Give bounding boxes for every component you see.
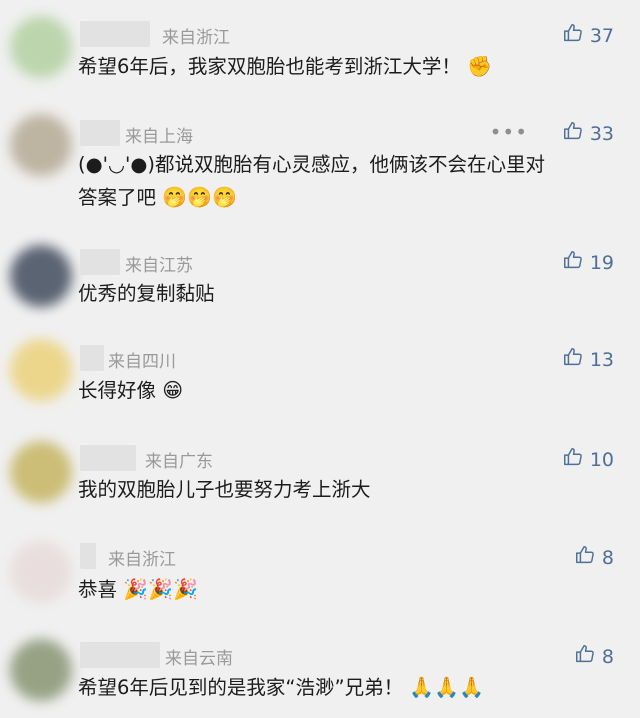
more-options-icon[interactable]: •••	[490, 120, 528, 144]
comment-item: 来自浙江 8 恭喜 🎉🎉🎉	[0, 525, 640, 625]
comment-region: 来自四川	[108, 352, 176, 372]
username-blurred[interactable]	[80, 21, 150, 47]
username-blurred[interactable]	[80, 642, 160, 668]
username-blurred[interactable]	[80, 445, 136, 471]
avatar[interactable]	[10, 441, 72, 503]
comment-text: 我的双胞胎儿子也要努力考上浙大	[78, 473, 618, 506]
comment-text: 长得好像 😁	[78, 374, 618, 407]
avatar[interactable]	[10, 16, 72, 78]
avatar[interactable]	[10, 639, 72, 701]
thumbs-up-icon	[562, 249, 584, 276]
comment-region: 来自浙江	[108, 550, 176, 570]
emoji: ✊	[467, 54, 493, 78]
like-button[interactable]: 8	[574, 643, 614, 670]
comment-text: 希望6年后见到的是我家“浩渺”兄弟！ 🙏🙏🙏	[78, 671, 618, 704]
avatar[interactable]	[10, 114, 72, 176]
emoji: 🤭🤭🤭	[162, 185, 237, 209]
comment-region: 来自广东	[145, 452, 213, 472]
comment-text: 希望6年后，我家双胞胎也能考到浙江大学！ ✊	[78, 50, 618, 83]
emoji: 😁	[162, 378, 184, 402]
comment-text-body: 希望6年后，我家双胞胎也能考到浙江大学！	[78, 55, 461, 78]
like-button[interactable]: 33	[562, 120, 614, 147]
avatar[interactable]	[10, 541, 72, 603]
avatar[interactable]	[10, 245, 72, 307]
comment-text-body: 恭喜	[78, 578, 118, 601]
comment-region: 来自浙江	[162, 28, 230, 48]
thumbs-up-icon	[562, 346, 584, 373]
comment-text-body: (●'◡'●)都说双胞胎有心灵感应，他俩该不会在心里对答案了吧	[78, 153, 545, 209]
thumbs-up-icon	[562, 22, 584, 49]
like-count: 33	[589, 122, 614, 145]
thumbs-up-icon	[574, 643, 596, 670]
like-button[interactable]: 8	[574, 544, 614, 571]
comment-region: 来自上海	[125, 127, 193, 147]
like-count: 8	[601, 645, 614, 668]
comment-text-body: 希望6年后见到的是我家“浩渺”兄弟！	[78, 676, 404, 699]
like-button[interactable]: 10	[562, 446, 614, 473]
comment-text: (●'◡'●)都说双胞胎有心灵感应，他俩该不会在心里对答案了吧 🤭🤭🤭	[78, 148, 548, 214]
avatar[interactable]	[10, 339, 72, 401]
comment-text-body: 长得好像	[78, 379, 157, 402]
comment-item: 来自上海 ••• 33 (●'◡'●)都说双胞胎有心灵感应，他俩该不会在心里对答…	[0, 100, 640, 225]
thumbs-up-icon	[562, 446, 584, 473]
like-count: 8	[601, 546, 614, 569]
comment-item: 来自云南 8 希望6年后见到的是我家“浩渺”兄弟！ 🙏🙏🙏	[0, 625, 640, 718]
comment-item: 来自四川 13 长得好像 😁	[0, 325, 640, 425]
username-blurred[interactable]	[80, 543, 96, 569]
thumbs-up-icon	[562, 120, 584, 147]
comment-text: 优秀的复制黏贴	[78, 277, 618, 310]
username-blurred[interactable]	[80, 120, 120, 146]
like-count: 10	[589, 448, 614, 471]
thumbs-up-icon	[574, 544, 596, 571]
comment-item: 来自广东 10 我的双胞胎儿子也要努力考上浙大	[0, 425, 640, 525]
comment-text-body: 优秀的复制黏贴	[78, 282, 215, 305]
username-blurred[interactable]	[80, 249, 120, 275]
comment-item: 来自江苏 19 优秀的复制黏贴	[0, 225, 640, 325]
comment-item: 来自浙江 37 希望6年后，我家双胞胎也能考到浙江大学！ ✊	[0, 0, 640, 100]
comment-text-body: 我的双胞胎儿子也要努力考上浙大	[78, 478, 371, 501]
emoji: 🙏🙏🙏	[409, 675, 485, 699]
like-button[interactable]: 19	[562, 249, 614, 276]
like-count: 13	[589, 348, 614, 371]
username-blurred[interactable]	[80, 345, 104, 371]
like-count: 37	[589, 24, 614, 47]
like-button[interactable]: 13	[562, 346, 614, 373]
comment-region: 来自云南	[165, 649, 233, 669]
like-button[interactable]: 37	[562, 22, 614, 49]
comment-text: 恭喜 🎉🎉🎉	[78, 573, 618, 606]
comment-region: 来自江苏	[125, 256, 193, 276]
emoji: 🎉🎉🎉	[123, 577, 198, 601]
like-count: 19	[589, 251, 614, 274]
